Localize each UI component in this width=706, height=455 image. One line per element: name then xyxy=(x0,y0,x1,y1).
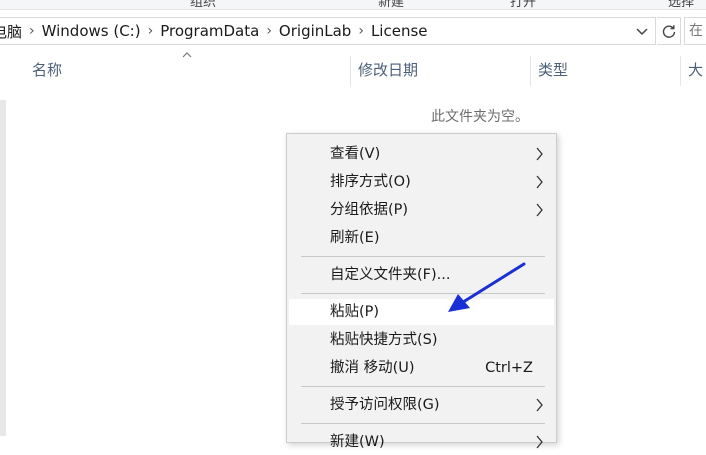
menu-item-label: 粘贴(P) xyxy=(330,304,380,320)
breadcrumb-programdata[interactable]: ProgramData xyxy=(154,22,265,40)
submenu-chevron-icon xyxy=(536,175,543,189)
menu-item-give-access[interactable]: 授予访问权限(G) xyxy=(289,392,554,418)
menu-item-label: 分组依据(P) xyxy=(330,202,409,218)
menu-item-paste-shortcut[interactable]: 粘贴快捷方式(S) xyxy=(289,327,554,353)
menu-item-label: 粘贴快捷方式(S) xyxy=(330,332,438,348)
address-bar[interactable]: 电脑 › Windows (C:) › ProgramData › Origin… xyxy=(0,17,656,45)
menu-separator xyxy=(301,423,545,424)
menu-item-label: 授予访问权限(G) xyxy=(330,397,440,413)
breadcrumb-c-drive[interactable]: Windows (C:) xyxy=(36,22,147,40)
breadcrumb-originlab[interactable]: OriginLab xyxy=(273,22,357,40)
menu-item-label: 刷新(E) xyxy=(330,230,380,246)
submenu-chevron-icon xyxy=(536,203,543,217)
navigation-pane-edge[interactable] xyxy=(0,100,6,436)
menu-separator xyxy=(301,386,545,387)
annotation-arrow-icon xyxy=(448,262,526,312)
menu-item-label: 自定义文件夹(F)... xyxy=(330,267,451,283)
menu-item-view[interactable]: 查看(V) xyxy=(289,141,554,167)
breadcrumb-chevron-icon[interactable]: › xyxy=(28,23,36,39)
breadcrumb-this-pc[interactable]: 电脑 xyxy=(0,21,28,42)
breadcrumb-chevron-icon[interactable]: › xyxy=(265,23,273,39)
menu-separator xyxy=(301,256,545,257)
ribbon-organize[interactable]: 组织 xyxy=(190,0,216,9)
column-header-size[interactable]: 大小 xyxy=(680,52,706,88)
menu-item-label: 撤消 移动(U) xyxy=(330,360,415,376)
menu-item-label: 排序方式(O) xyxy=(330,174,411,190)
ribbon-open[interactable]: 打开 xyxy=(510,0,536,9)
menu-item-shortcut: Ctrl+Z xyxy=(485,360,533,376)
menu-item-new[interactable]: 新建(W) xyxy=(289,429,554,455)
ribbon-select[interactable]: 选择 xyxy=(668,0,694,9)
menu-item-refresh[interactable]: 刷新(E) xyxy=(289,225,554,251)
breadcrumb-chevron-icon[interactable]: › xyxy=(357,23,365,39)
menu-item-sort-by[interactable]: 排序方式(O) xyxy=(289,169,554,195)
empty-folder-message: 此文件夹为空。 xyxy=(431,109,529,125)
refresh-icon xyxy=(662,25,675,38)
column-header-date-modified[interactable]: 修改日期 xyxy=(350,52,530,88)
refresh-button[interactable] xyxy=(657,17,681,45)
menu-item-label: 查看(V) xyxy=(330,146,381,162)
search-input[interactable]: 在 xyxy=(684,17,706,45)
sort-ascending-icon xyxy=(182,52,192,58)
submenu-chevron-icon xyxy=(536,147,543,161)
ribbon-new[interactable]: 新建 xyxy=(378,0,404,9)
menu-item-undo-move[interactable]: 撤消 移动(U) Ctrl+Z xyxy=(289,355,554,381)
ribbon-strip: 组织 新建 打开 选择 xyxy=(0,0,706,10)
breadcrumb-license[interactable]: License xyxy=(365,22,434,40)
submenu-chevron-icon xyxy=(536,398,543,412)
address-dropdown-chevron-icon[interactable] xyxy=(633,22,651,40)
menu-item-group-by[interactable]: 分组依据(P) xyxy=(289,197,554,223)
breadcrumb-chevron-icon[interactable]: › xyxy=(147,23,155,39)
menu-item-label: 新建(W) xyxy=(330,434,385,450)
column-header-type[interactable]: 类型 xyxy=(530,52,680,88)
submenu-chevron-icon xyxy=(536,435,543,449)
